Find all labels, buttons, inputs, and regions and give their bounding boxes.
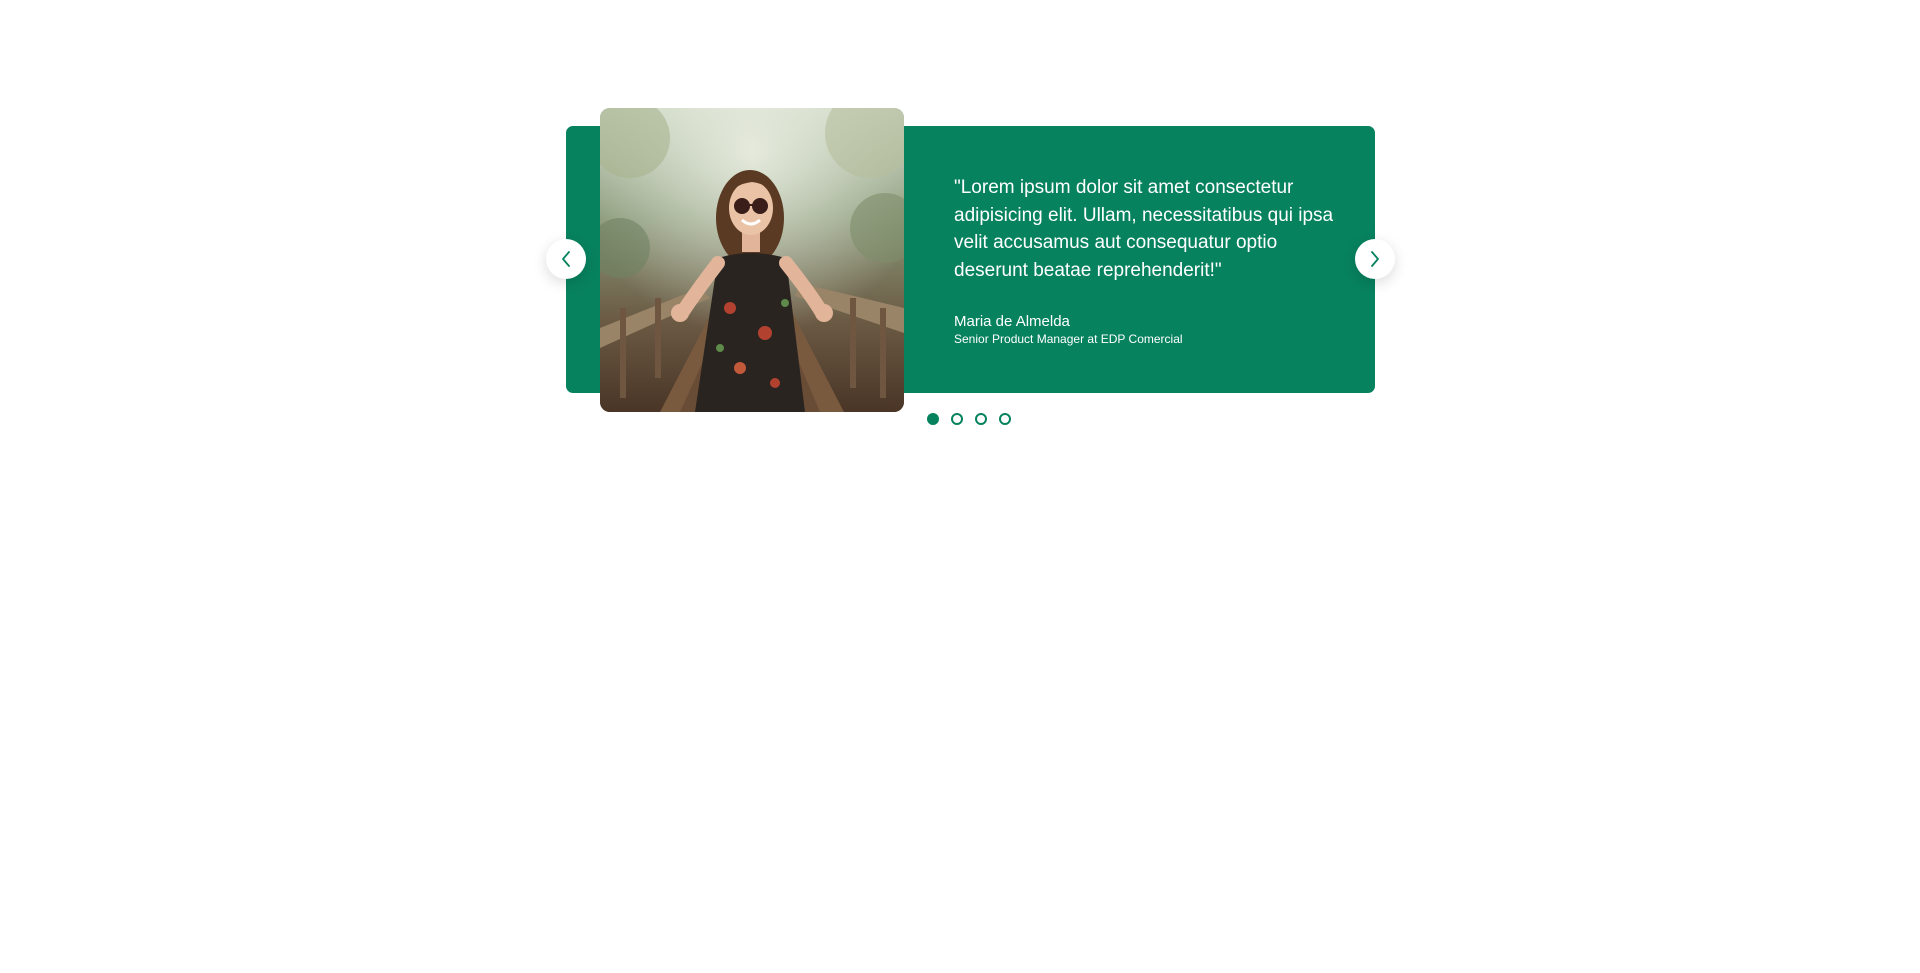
- pagination-dot-1[interactable]: [927, 413, 939, 425]
- pagination-dot-3[interactable]: [975, 413, 987, 425]
- chevron-right-icon: [1371, 251, 1379, 267]
- testimonial-quote: "Lorem ipsum dolor sit amet consectetur …: [954, 177, 1334, 281]
- testimonial-photo: [600, 108, 904, 412]
- author-name: Maria de Almelda: [954, 313, 1070, 330]
- testimonial-carousel: "Lorem ipsum dolor sit amet consectetur …: [0, 0, 1920, 973]
- author-role: Senior Product Manager at EDP Comercial: [954, 332, 1183, 346]
- chevron-left-icon: [562, 251, 570, 267]
- pagination-dot-2[interactable]: [951, 413, 963, 425]
- pagination-dots: [927, 413, 1011, 425]
- previous-button[interactable]: [546, 239, 586, 279]
- next-button[interactable]: [1355, 239, 1395, 279]
- person-photo-illustration: [600, 108, 904, 412]
- pagination-dot-4[interactable]: [999, 413, 1011, 425]
